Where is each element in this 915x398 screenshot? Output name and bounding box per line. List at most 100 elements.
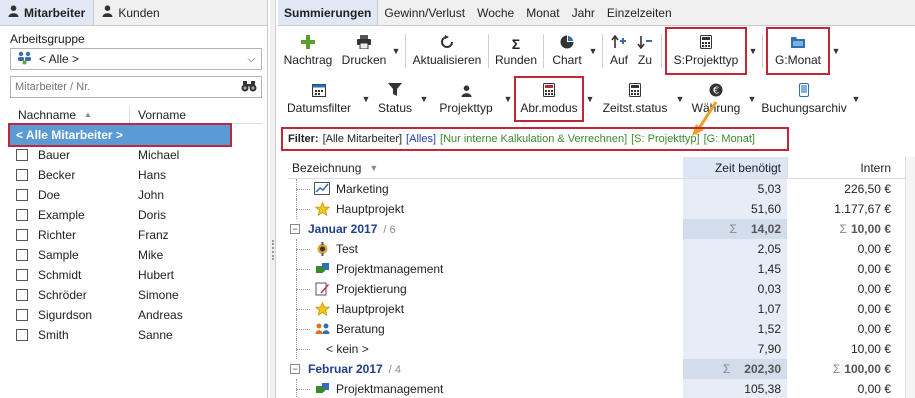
employee-checkbox[interactable]	[16, 289, 28, 301]
col-zeit[interactable]: Zeit benötigt	[683, 157, 787, 178]
all-employees-item[interactable]: < Alle Mitarbeiter >	[8, 123, 232, 147]
projekttyp-filter-dropdown-icon[interactable]: ▼	[502, 94, 514, 104]
table-row[interactable]: Beratung 1,52 0,00 €	[288, 319, 915, 339]
employee-firstname: John	[138, 188, 165, 202]
intern-cell: 0,00 €	[857, 322, 891, 336]
list-item[interactable]: Becker Hans	[10, 165, 262, 185]
status-button[interactable]: Status	[372, 76, 418, 122]
group-row[interactable]: − Februar 2017/ 4 Σ 202,30 Σ 100,00 €	[288, 359, 915, 379]
left-tab-bar: Mitarbeiter Kunden	[0, 0, 267, 26]
nachtrag-label: Nachtrag	[283, 53, 333, 67]
chart-button[interactable]: Chart	[547, 27, 587, 75]
drucken-button[interactable]: Drucken	[338, 27, 390, 75]
employee-checkbox[interactable]	[16, 249, 28, 261]
table-row[interactable]: Hauptprojekt 1,07 0,00 €	[288, 299, 915, 319]
intern-cell: Σ 100,00 €	[787, 359, 899, 379]
col-nachname-label: Nachname	[18, 107, 77, 122]
item-label: Test	[336, 242, 359, 256]
filter-toolbar: Datumsfilter ▼ Status ▼ Projekttyp ▼ Abr…	[278, 76, 915, 122]
employee-lastname: Smith	[38, 328, 69, 342]
collapse-toggle-icon[interactable]: −	[290, 224, 300, 234]
tab-jahr[interactable]: Jahr	[566, 0, 601, 25]
item-name-cell: Beratung	[288, 319, 683, 339]
list-item[interactable]: Richter Franz	[10, 225, 262, 245]
buchungsarchiv-dropdown-icon[interactable]: ▼	[850, 94, 862, 104]
employee-checkbox[interactable]	[16, 149, 28, 161]
datumsfilter-button[interactable]: Datumsfilter	[278, 76, 360, 122]
col-bezeichnung-label: Bezeichnung	[292, 160, 362, 175]
filter-icon	[388, 83, 402, 101]
aktualisieren-button[interactable]: Aktualisieren	[409, 27, 485, 75]
filter-monat: [G: Monat]	[703, 133, 755, 145]
col-intern[interactable]: Intern	[787, 157, 899, 178]
employee-checkbox[interactable]	[16, 329, 28, 341]
panel-splitter[interactable]	[270, 0, 276, 398]
tab-gewinn-verlust[interactable]: Gewinn/Verlust	[378, 0, 471, 25]
table-row[interactable]: Marketing 5,03 226,50 €	[288, 179, 915, 199]
sigma-icon: Σ	[839, 222, 847, 236]
projekttyp-filter-button[interactable]: Projekttyp	[430, 76, 502, 122]
drucken-dropdown-icon[interactable]: ▼	[390, 46, 402, 56]
employee-checkbox[interactable]	[16, 269, 28, 281]
tab-einzelzeiten[interactable]: Einzelzeiten	[601, 0, 678, 25]
table-row[interactable]: < kein > 7,90 10,00 €	[288, 339, 915, 359]
tab-woche[interactable]: Woche	[471, 0, 520, 25]
list-item[interactable]: Schmidt Hubert	[10, 265, 262, 285]
col-vorname[interactable]: Vorname	[130, 106, 186, 123]
workgroup-select[interactable]: < Alle > ⌵	[10, 48, 262, 70]
list-item[interactable]: Schröder Simone	[10, 285, 262, 305]
runden-button[interactable]: Σ Runden	[492, 27, 540, 75]
zeitststatus-button[interactable]: Zeitst.status	[596, 76, 674, 122]
printer-icon	[356, 35, 372, 53]
monat-label: G:Monat	[774, 53, 822, 67]
person-icon	[102, 5, 113, 20]
table-row[interactable]: Projektmanagement 1,45 0,00 €	[288, 259, 915, 279]
svg-text:€: €	[713, 86, 719, 97]
employee-checkbox[interactable]	[16, 309, 28, 321]
waehrung-dropdown-icon[interactable]: ▼	[746, 94, 758, 104]
employee-checkbox[interactable]	[16, 209, 28, 221]
employee-checkbox[interactable]	[16, 169, 28, 181]
puzzle-icon	[314, 262, 330, 276]
monat-dropdown-icon[interactable]: ▼	[830, 46, 842, 56]
list-item[interactable]: Bauer Michael	[10, 145, 262, 165]
col-bezeichnung[interactable]: Bezeichnung ▼	[288, 157, 683, 178]
list-item[interactable]: Doe John	[10, 185, 262, 205]
collapse-toggle-icon[interactable]: −	[290, 364, 300, 374]
zeitststatus-dropdown-icon[interactable]: ▼	[674, 94, 686, 104]
table-row[interactable]: Projektierung 0,03 0,00 €	[288, 279, 915, 299]
chart-dropdown-icon[interactable]: ▼	[587, 46, 599, 56]
projekttyp-dropdown-icon[interactable]: ▼	[747, 46, 759, 56]
tab-summierungen[interactable]: Summierungen	[278, 0, 379, 25]
group-monat-button[interactable]: G:Monat	[766, 27, 830, 75]
auf-button[interactable]: Auf	[606, 27, 632, 75]
item-name-cell: Hauptprojekt	[288, 199, 683, 219]
list-item[interactable]: Sample Mike	[10, 245, 262, 265]
table-row[interactable]: Projektmanagement 105,38 0,00 €	[288, 379, 915, 398]
buchungsarchiv-button[interactable]: Buchungsarchiv	[758, 76, 850, 122]
list-item[interactable]: Example Doris	[10, 205, 262, 225]
item-label: Beratung	[336, 322, 385, 336]
abrmodus-button[interactable]: Abr.modus	[514, 76, 584, 122]
col-nachname[interactable]: Nachname ▲	[10, 106, 130, 123]
list-item[interactable]: Sigurdson Andreas	[10, 305, 262, 325]
datumsfilter-dropdown-icon[interactable]: ▼	[360, 94, 372, 104]
search-input[interactable]	[11, 81, 231, 93]
abrmodus-dropdown-icon[interactable]: ▼	[584, 94, 596, 104]
zu-button[interactable]: Zu	[632, 27, 658, 75]
nachtrag-button[interactable]: Nachtrag	[278, 27, 338, 75]
grid-scrollbar[interactable]	[905, 157, 915, 398]
table-row[interactable]: Test 2,05 0,00 €	[288, 239, 915, 259]
chart-label: Chart	[552, 53, 582, 67]
tab-kunden[interactable]: Kunden	[94, 0, 167, 25]
binoculars-icon[interactable]	[241, 80, 261, 95]
group-row[interactable]: − Januar 2017/ 6 Σ 14,02 Σ 10,00 €	[288, 219, 915, 239]
list-item[interactable]: Smith Sanne	[10, 325, 262, 345]
status-dropdown-icon[interactable]: ▼	[418, 94, 430, 104]
tab-monat[interactable]: Monat	[520, 0, 565, 25]
employee-checkbox[interactable]	[16, 189, 28, 201]
sort-projekttyp-button[interactable]: S:Projekttyp	[665, 27, 747, 75]
employee-checkbox[interactable]	[16, 229, 28, 241]
tab-mitarbeiter[interactable]: Mitarbeiter	[0, 0, 95, 25]
table-row[interactable]: Hauptprojekt 51,60 1.177,67 €	[288, 199, 915, 219]
